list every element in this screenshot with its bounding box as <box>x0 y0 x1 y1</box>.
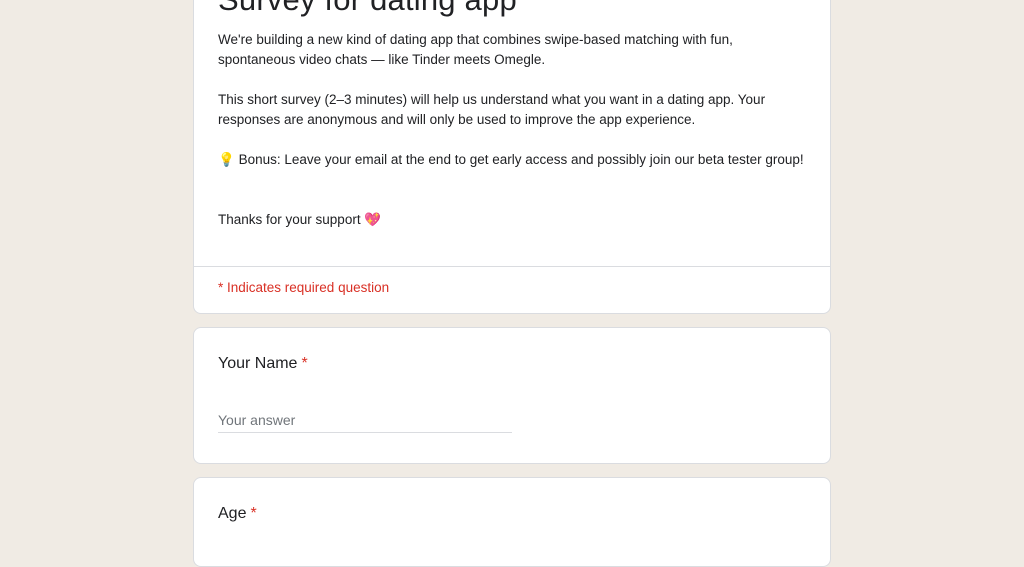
description-paragraph-3: 💡 Bonus: Leave your email at the end to … <box>218 150 808 170</box>
question-card-age: Age * <box>193 477 831 567</box>
thanks-text: Thanks for your support <box>218 212 365 227</box>
description-paragraph-4: Thanks for your support 💖 <box>218 210 808 230</box>
description-paragraph-1: We're building a new kind of dating app … <box>218 32 733 67</box>
header-divider <box>194 266 830 267</box>
form-title: Survey for dating app <box>218 0 517 18</box>
required-question-note: * Indicates required question <box>218 280 390 295</box>
required-asterisk: * <box>301 355 308 372</box>
required-asterisk: * <box>250 505 257 522</box>
question-title-text: Age <box>218 505 247 522</box>
form-header-card: Survey for dating app We're building a n… <box>193 0 831 314</box>
question-title: Age * <box>218 505 257 523</box>
question-title: Your Name * <box>218 355 308 373</box>
description-paragraph-2: This short survey (2–3 minutes) will hel… <box>218 92 766 127</box>
question-card-name: Your Name * <box>193 327 831 464</box>
question-title-text: Your Name <box>218 355 298 372</box>
light-bulb-icon: 💡 <box>218 152 235 168</box>
sparkling-heart-icon: 💖 <box>364 212 382 228</box>
bonus-text: Bonus: Leave your email at the end to ge… <box>234 152 804 167</box>
name-answer-input[interactable] <box>218 408 512 433</box>
